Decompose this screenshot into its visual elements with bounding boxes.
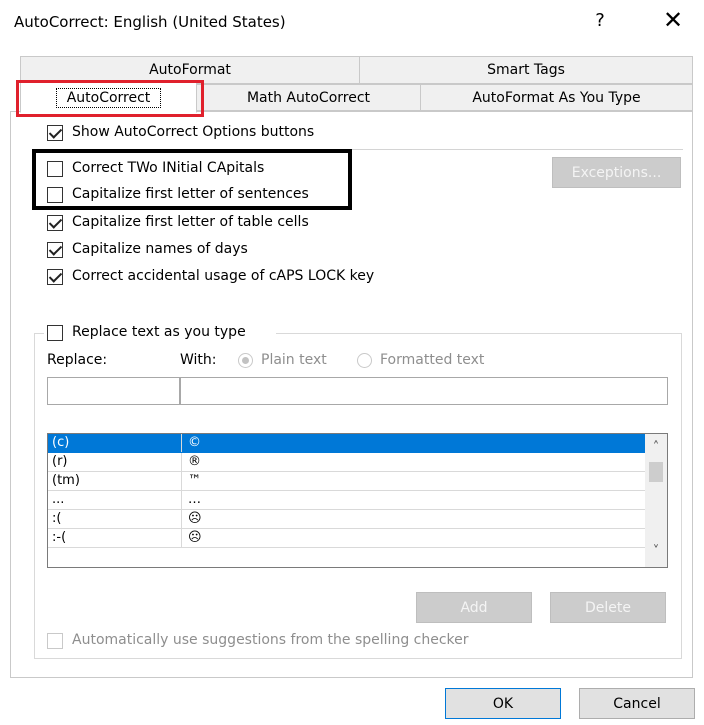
caps-lock-checkbox[interactable] bbox=[47, 269, 63, 285]
cancel-button[interactable]: Cancel bbox=[579, 688, 695, 719]
list-item[interactable]: (r) ® bbox=[48, 453, 645, 472]
help-button[interactable]: ? bbox=[588, 10, 612, 31]
entry-replace: (r) bbox=[52, 454, 68, 469]
with-label: With: bbox=[180, 352, 217, 368]
capitalize-days-checkbox[interactable] bbox=[47, 242, 63, 258]
tab-autoformat-as-you-type-label: AutoFormat As You Type bbox=[472, 89, 641, 106]
scrollbar-thumb[interactable] bbox=[649, 462, 663, 482]
replace-text-checkbox[interactable] bbox=[47, 325, 63, 341]
chevron-down-icon[interactable]: ˅ bbox=[645, 544, 667, 559]
with-input[interactable] bbox=[180, 377, 668, 405]
list-item[interactable]: :-( ☹ bbox=[48, 529, 645, 548]
spelling-suggestions-checkbox[interactable] bbox=[47, 633, 63, 649]
entry-replace: (tm) bbox=[52, 473, 80, 488]
tab-math-autocorrect[interactable]: Math AutoCorrect bbox=[196, 84, 421, 111]
entry-with: ™ bbox=[188, 473, 201, 488]
show-buttons-checkbox[interactable] bbox=[47, 125, 63, 141]
autocorrect-dialog: AutoCorrect: English (United States) ? ✕… bbox=[0, 0, 704, 725]
tab-autoformat-label: AutoFormat bbox=[149, 62, 231, 78]
entry-with: ☹ bbox=[188, 530, 202, 545]
replace-text-label: Replace text as you type bbox=[72, 324, 246, 340]
entry-replace: :-( bbox=[52, 530, 67, 545]
exceptions-button[interactable]: Exceptions... bbox=[552, 157, 681, 188]
entry-with: ® bbox=[188, 454, 201, 469]
list-scrollbar[interactable]: ˄ ˅ bbox=[645, 434, 667, 567]
window-title: AutoCorrect: English (United States) bbox=[14, 13, 286, 31]
tab-autoformat-as-you-type[interactable]: AutoFormat As You Type bbox=[420, 84, 693, 111]
replace-label: Replace: bbox=[47, 352, 108, 368]
entry-replace: :( bbox=[52, 511, 62, 526]
ok-button[interactable]: OK bbox=[445, 688, 561, 719]
entry-with: … bbox=[188, 492, 201, 507]
delete-button[interactable]: Delete bbox=[550, 592, 666, 623]
column-separator bbox=[181, 434, 182, 452]
formatted-text-radio[interactable] bbox=[357, 353, 372, 368]
capitalize-days-label: Capitalize names of days bbox=[72, 241, 248, 257]
entry-replace: (c) bbox=[52, 435, 70, 450]
entry-replace: ... bbox=[52, 492, 65, 507]
show-buttons-label: Show AutoCorrect Options buttons bbox=[72, 124, 315, 140]
column-separator bbox=[181, 453, 182, 471]
replace-input[interactable] bbox=[47, 377, 180, 405]
chevron-up-icon[interactable]: ˄ bbox=[645, 440, 667, 455]
autocorrect-entries-list[interactable]: (c) © (r) ® (tm) ™ ... … :( ☹ :-( ☹ ˄ ˅ bbox=[47, 433, 668, 568]
tab-smart-tags-label: Smart Tags bbox=[487, 62, 565, 78]
column-separator bbox=[181, 491, 182, 509]
list-item[interactable]: (tm) ™ bbox=[48, 472, 645, 491]
tab-smart-tags[interactable]: Smart Tags bbox=[359, 56, 693, 84]
capitalize-table-cells-checkbox[interactable] bbox=[47, 215, 63, 231]
column-separator bbox=[181, 472, 182, 490]
highlight-black-box bbox=[32, 149, 352, 210]
list-item[interactable]: (c) © bbox=[48, 434, 645, 453]
caps-lock-label: Correct accidental usage of cAPS LOCK ke… bbox=[72, 268, 375, 284]
close-button[interactable]: ✕ bbox=[658, 6, 688, 34]
plain-text-label: Plain text bbox=[261, 352, 327, 368]
list-item[interactable]: ... … bbox=[48, 491, 645, 510]
tab-math-autocorrect-label: Math AutoCorrect bbox=[246, 89, 371, 106]
column-separator bbox=[181, 529, 182, 547]
spelling-suggestions-label: Automatically use suggestions from the s… bbox=[72, 632, 469, 648]
list-item[interactable]: :( ☹ bbox=[48, 510, 645, 529]
capitalize-table-cells-label: Capitalize first letter of table cells bbox=[72, 214, 309, 230]
add-button[interactable]: Add bbox=[416, 592, 532, 623]
entry-with: © bbox=[188, 435, 201, 450]
plain-text-radio[interactable] bbox=[238, 353, 253, 368]
column-separator bbox=[181, 510, 182, 528]
entry-with: ☹ bbox=[188, 511, 202, 526]
formatted-text-label: Formatted text bbox=[380, 352, 485, 368]
highlight-red-box bbox=[16, 80, 204, 117]
